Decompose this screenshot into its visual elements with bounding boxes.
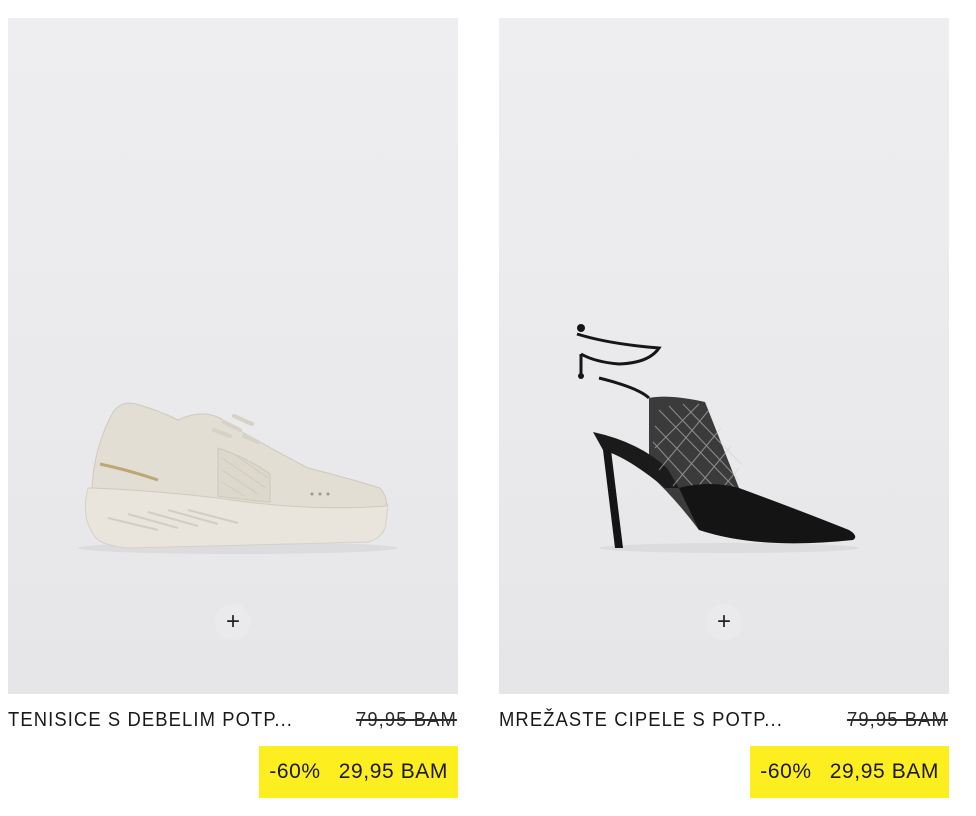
sale-row: -60% 29,95 BAM xyxy=(8,746,458,798)
add-to-cart-button[interactable]: + xyxy=(706,604,742,640)
original-price: 79,95 BAM xyxy=(846,709,948,731)
product-card[interactable]: + TENISICE S DEBELIM POTP... 79,95 BAM -… xyxy=(8,18,458,798)
sale-price: 29,95 BAM xyxy=(829,760,939,783)
product-title[interactable]: TENISICE S DEBELIM POTP... xyxy=(8,708,293,732)
original-price: 79,95 BAM xyxy=(355,709,457,731)
sale-badge: -60% 29,95 BAM xyxy=(259,746,458,798)
plus-icon: + xyxy=(716,608,731,635)
plus-icon: + xyxy=(225,608,240,635)
discount-percent: -60% xyxy=(269,760,321,783)
product-image[interactable]: + xyxy=(8,18,458,694)
sale-price: 29,95 BAM xyxy=(338,760,448,783)
product-grid: + TENISICE S DEBELIM POTP... 79,95 BAM -… xyxy=(0,0,976,816)
sale-badge: -60% 29,95 BAM xyxy=(750,746,949,798)
heel-shoe-image xyxy=(576,324,859,553)
sale-row: -60% 29,95 BAM xyxy=(499,746,949,798)
add-to-cart-button[interactable]: + xyxy=(215,604,251,640)
product-title[interactable]: MREŽASTE CIPELE S POTP... xyxy=(499,708,783,732)
sneaker-image xyxy=(78,402,398,554)
product-card[interactable]: + MREŽASTE CIPELE S POTP... 79,95 BAM -6… xyxy=(499,18,949,798)
product-info: MREŽASTE CIPELE S POTP... 79,95 BAM xyxy=(499,708,948,732)
discount-percent: -60% xyxy=(760,760,812,783)
product-image[interactable]: + xyxy=(499,18,949,694)
product-info: TENISICE S DEBELIM POTP... 79,95 BAM xyxy=(8,708,457,732)
